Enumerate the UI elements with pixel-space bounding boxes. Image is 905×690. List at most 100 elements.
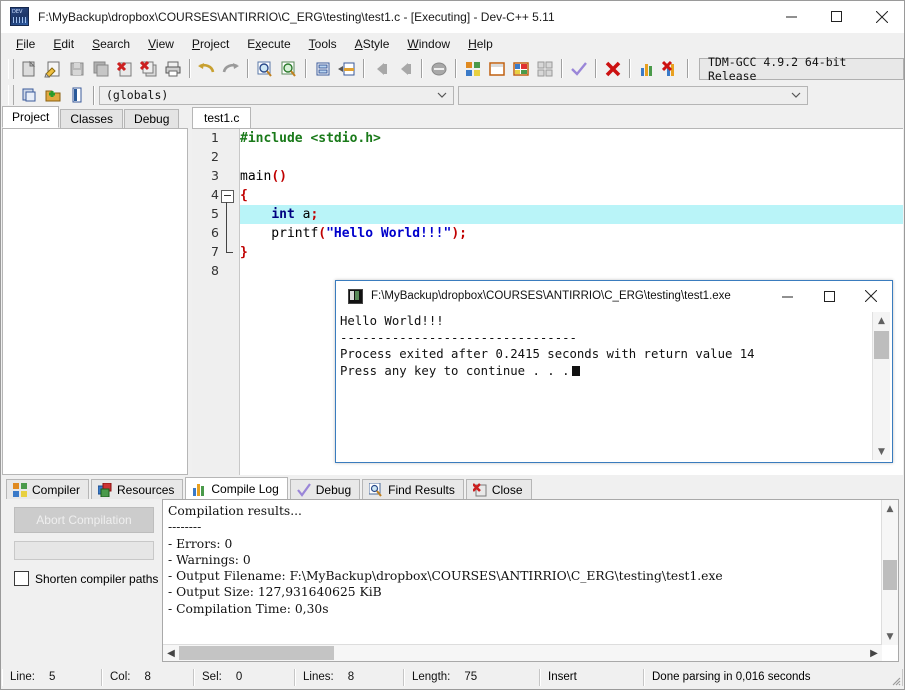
line-number-gutter[interactable]: 1 2 3 4 5 6 7 8 [192,129,240,475]
add-to-project-icon[interactable] [41,84,65,107]
compile-log-output[interactable]: Compilation results... -------- - Errors… [162,499,899,662]
scroll-down-icon[interactable]: ▼ [873,443,890,460]
project-options-icon[interactable] [65,84,89,107]
tab-project[interactable]: Project [2,106,60,128]
close-icon[interactable] [859,1,904,32]
debug-icon [296,482,311,497]
menu-file[interactable]: File [7,35,44,53]
scroll-left-icon[interactable]: ◀ [163,648,179,659]
toolbar-separator [629,59,631,78]
tab-resources[interactable]: Resources [91,479,184,499]
stop-execution-icon[interactable] [601,57,625,80]
menu-window[interactable]: Window [398,35,459,53]
forward-icon[interactable] [393,57,417,80]
abort-compilation-button[interactable]: Abort Compilation [14,507,154,533]
menu-astyle[interactable]: AStyle [346,35,399,53]
fold-collapse-icon[interactable] [221,190,234,203]
close-file-icon[interactable] [113,57,137,80]
maximize-icon[interactable] [808,281,850,311]
toolbar-grip-2[interactable] [8,85,14,105]
scroll-up-icon[interactable]: ▲ [873,312,890,329]
compile-run-icon[interactable] [509,57,533,80]
compile-icon[interactable] [461,57,485,80]
toolbar-separator [305,59,307,78]
tab-find-results[interactable]: Find Results [362,479,464,499]
undo-icon[interactable] [195,57,219,80]
line-number: 8 [211,263,219,278]
scrollbar-thumb[interactable] [179,646,334,660]
status-lines-label: Lines: [303,671,334,683]
back-icon[interactable] [369,57,393,80]
project-panel: Project Classes Debug [2,106,188,475]
status-col-label: Col: [110,671,131,683]
minimize-icon[interactable] [766,281,808,311]
scroll-down-icon[interactable]: ▼ [882,628,898,645]
profile-icon[interactable] [635,57,659,80]
open-file-icon[interactable] [41,57,65,80]
rebuild-all-icon[interactable] [533,57,557,80]
tab-classes[interactable]: Classes [60,109,124,128]
tab-label: Resources [117,482,175,497]
minimize-icon[interactable] [769,1,814,32]
console-window[interactable]: F:\MyBackup\dropbox\COURSES\ANTIRRIO\C_E… [335,280,893,463]
tab-debug[interactable]: Debug [124,109,180,128]
find-replace-icon[interactable] [277,57,301,80]
status-insert-mode: Insert [540,668,644,686]
shorten-paths-checkbox[interactable] [14,571,29,586]
print-icon[interactable] [161,57,185,80]
tab-debug-log[interactable]: Debug [289,479,361,499]
menu-execute[interactable]: Execute [238,35,299,53]
compiler-set-combo[interactable]: TDM-GCC 4.9.2 64-bit Release [699,55,904,83]
tab-compiler[interactable]: Compiler [6,479,90,499]
save-icon[interactable] [65,57,89,80]
project-tree[interactable] [2,128,188,475]
status-col: Col: 8 [102,668,194,686]
new-file-icon[interactable] [17,57,41,80]
goto-function-icon[interactable] [335,57,359,80]
status-line-value: 5 [48,671,56,683]
editor-tab-test1c[interactable]: test1.c [192,107,252,128]
redo-icon[interactable] [219,57,243,80]
scroll-up-icon[interactable]: ▲ [882,500,898,517]
tab-close-panel[interactable]: Close [465,479,532,499]
line-number: 5 [211,206,219,221]
scrollbar-thumb[interactable] [883,560,897,590]
scrollbar-thumb[interactable] [874,331,889,359]
compile-log-vscrollbar[interactable]: ▲ ▼ [881,500,898,645]
run-icon[interactable] [485,57,509,80]
status-sel-label: Sel: [202,671,222,683]
goto-line-icon[interactable] [311,57,335,80]
console-caret [571,365,580,376]
resize-grip-icon[interactable] [889,674,901,686]
console-body[interactable]: Hello World!!! -------------------------… [337,311,891,461]
compile-log-hscrollbar[interactable]: ◀ ▶ [163,644,882,661]
project-tabs: Project Classes Debug [2,106,188,128]
syntax-check-icon[interactable] [567,57,591,80]
find-icon[interactable] [253,57,277,80]
new-project-icon[interactable] [17,84,41,107]
scroll-right-icon[interactable]: ▶ [866,648,882,659]
toolbar-grip[interactable] [8,58,14,79]
console-scrollbar[interactable]: ▲ ▼ [872,312,890,460]
close-icon[interactable] [850,281,892,311]
status-sel-value: 0 [235,671,243,683]
toggle-breakpoint-icon[interactable] [427,57,451,80]
maximize-icon[interactable] [814,1,859,32]
menu-view[interactable]: View [139,35,183,53]
delete-profile-icon[interactable] [659,57,683,80]
line-number: 3 [211,168,219,183]
close-all-icon[interactable] [137,57,161,80]
menu-project[interactable]: Project [183,35,238,53]
menu-tools[interactable]: Tools [300,35,346,53]
globals-combo-value: (globals) [106,88,169,102]
tab-compile-log[interactable]: Compile Log [185,477,288,499]
save-all-icon[interactable] [89,57,113,80]
menu-edit[interactable]: Edit [44,35,83,53]
secondary-combo[interactable] [458,85,808,105]
code-line-6: printf("Hello World!!!"); [240,226,467,241]
menu-search[interactable]: Search [83,35,139,53]
shorten-paths-row[interactable]: Shorten compiler paths [14,571,162,586]
menu-help[interactable]: Help [459,35,502,53]
toolbar-separator [455,59,457,78]
globals-combo[interactable]: (globals) [99,85,454,105]
